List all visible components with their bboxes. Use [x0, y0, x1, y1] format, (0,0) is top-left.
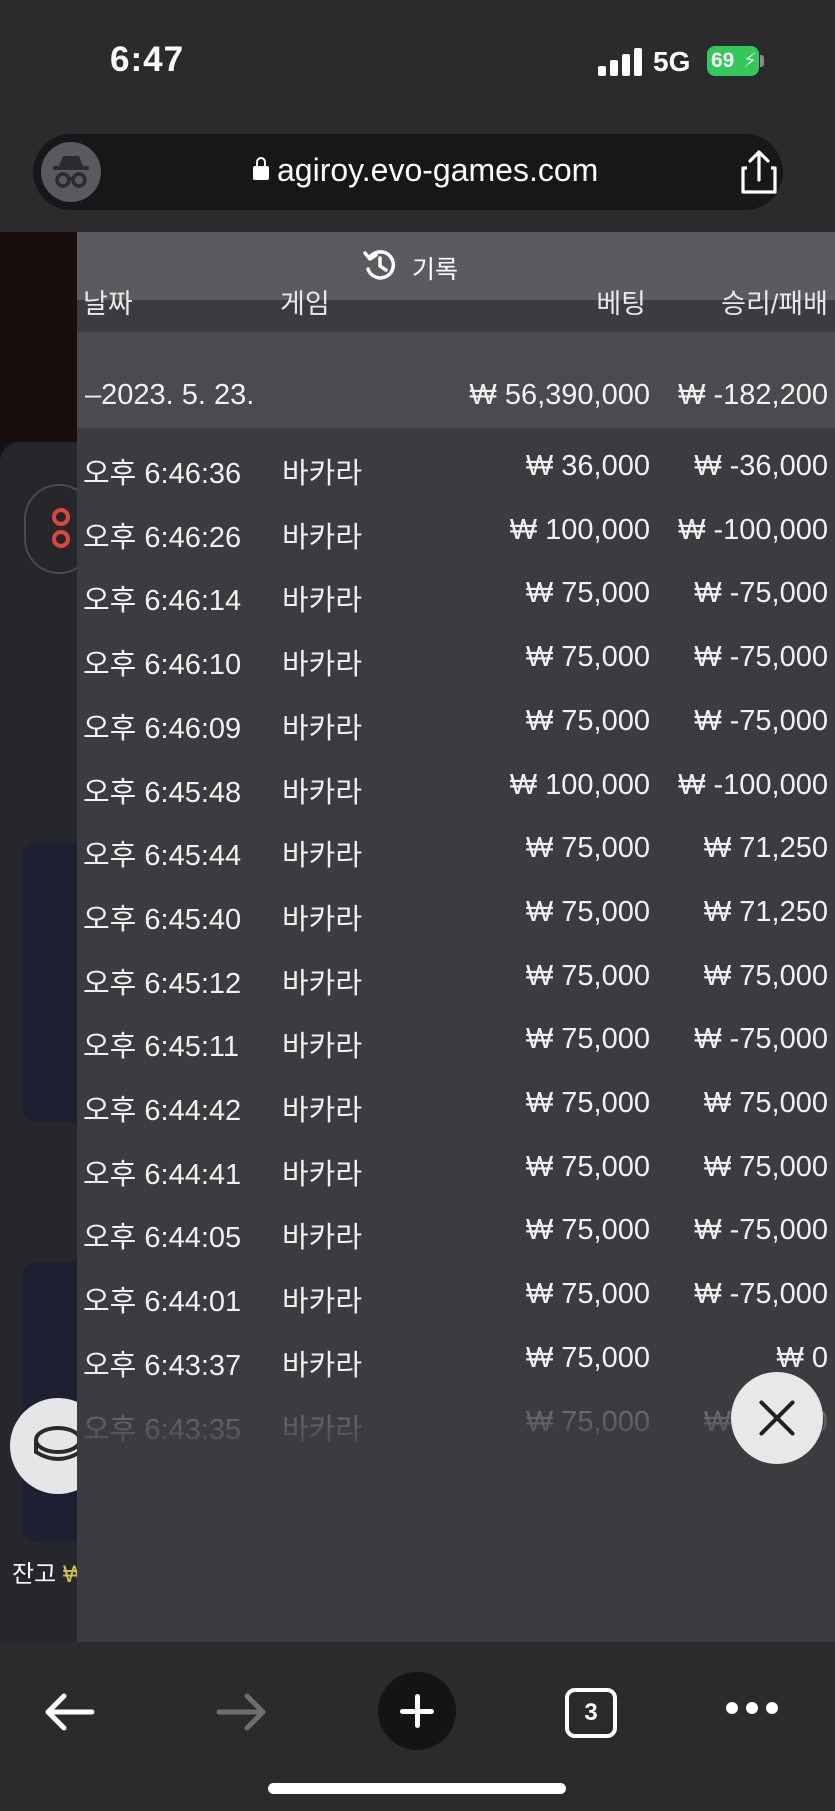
url-display[interactable]: agiroy.evo-games.com: [253, 152, 598, 189]
row-win-loss: ₩ -75,000: [694, 1214, 828, 1246]
row-time: 오후 6:45:12: [83, 968, 242, 1000]
column-header-bet: 베팅: [596, 289, 646, 319]
row-bet: ₩ 75,000: [525, 896, 650, 928]
incognito-icon[interactable]: [41, 142, 101, 202]
row-win-loss: ₩ 75,000: [703, 1151, 828, 1183]
row-game: 바카라: [282, 713, 363, 745]
row-bet: ₩ 75,000: [525, 1087, 650, 1119]
battery-level: 69: [711, 49, 735, 72]
network-type: 5G: [653, 46, 691, 77]
row-time: 오후 6:45:11: [83, 1031, 240, 1063]
arrow-left-icon[interactable]: [42, 1692, 96, 1732]
row-time: 오후 6:45:40: [83, 904, 242, 936]
balance-label: 잔고: [12, 1561, 57, 1588]
browser-toolbar: 3: [0, 1642, 835, 1811]
column-header-game: 게임: [280, 289, 330, 319]
row-game: 바카라: [282, 968, 363, 1000]
row-bet: ₩ 75,000: [525, 960, 650, 992]
row-time: 오후 6:46:26: [83, 522, 242, 554]
url-text: agiroy.evo-games.com: [277, 152, 599, 188]
browser-address-area: agiroy.evo-games.com: [0, 120, 835, 232]
row-time: 오후 6:44:41: [83, 1159, 242, 1191]
row-game: 바카라: [282, 585, 363, 617]
row-win-loss: ₩ 75,000: [703, 960, 828, 992]
row-time: 오후 6:45:44: [83, 840, 242, 872]
history-icon: [362, 247, 398, 283]
row-bet: ₩ 36,000: [525, 450, 650, 482]
row-game: 바카라: [282, 649, 363, 681]
row-win-loss: ₩ 71,250: [703, 896, 828, 928]
row-win-loss: ₩ -100,000: [678, 514, 828, 546]
charging-bolt-icon: ⚡: [742, 50, 757, 72]
row-game: 바카라: [282, 840, 363, 872]
share-icon[interactable]: [739, 150, 779, 194]
row-game: 바카라: [282, 1159, 363, 1191]
close-icon[interactable]: [731, 1372, 823, 1464]
row-win-loss: ₩ -75,000: [694, 705, 828, 737]
arrow-right-icon[interactable]: [215, 1692, 269, 1732]
table-card[interactable]: [22, 842, 82, 1122]
row-win-loss: ₩ -75,000: [694, 1278, 828, 1310]
battery-nub: [760, 55, 764, 67]
row-time: 오후 6:44:05: [83, 1222, 242, 1254]
status-time: 6:47: [110, 40, 185, 79]
cellular-signal-icon: [598, 48, 642, 76]
summary-bet: ₩ 56,390,000: [469, 379, 650, 411]
row-bet: ₩ 75,000: [525, 641, 650, 673]
column-header-date: 날짜: [83, 289, 133, 319]
row-bet: ₩ 100,000: [509, 514, 650, 546]
history-title: 기록: [363, 250, 458, 286]
column-header-win-loss: 승리/패배: [721, 289, 828, 319]
row-game: 바카라: [282, 904, 363, 936]
row-win-loss: ₩ 75,000: [703, 1087, 828, 1119]
row-game: 바카라: [282, 458, 363, 490]
row-win-loss: ₩ -75,000: [694, 1023, 828, 1055]
row-bet: ₩ 75,000: [525, 1214, 650, 1246]
row-time: 오후 6:46:14: [83, 585, 242, 617]
row-bet: ₩ 75,000: [525, 577, 650, 609]
row-time: 오후 6:44:42: [83, 1095, 242, 1127]
row-win-loss: ₩ -75,000: [694, 577, 828, 609]
row-bet: ₩ 75,000: [525, 1151, 650, 1183]
row-bet: ₩ 75,000: [525, 705, 650, 737]
summary-date: –2023. 5. 23.: [85, 379, 255, 411]
row-win-loss: ₩ -100,000: [678, 769, 828, 801]
row-bet: ₩ 75,000: [525, 832, 650, 864]
list-fade: [77, 1370, 835, 1450]
lock-icon: [253, 157, 269, 180]
row-time: 오후 6:46:36: [83, 458, 242, 490]
row-game: 바카라: [282, 1222, 363, 1254]
row-time: 오후 6:44:01: [83, 1286, 242, 1318]
row-game: 바카라: [282, 1095, 363, 1127]
battery-icon: 69 ⚡: [707, 46, 759, 76]
row-game: 바카라: [282, 522, 363, 554]
row-game: 바카라: [282, 1286, 363, 1318]
address-bar[interactable]: agiroy.evo-games.com: [33, 134, 783, 210]
row-time: 오후 6:45:48: [83, 777, 242, 809]
home-indicator: [268, 1783, 566, 1794]
tabs-icon[interactable]: 3: [565, 1688, 617, 1738]
row-win-loss: ₩ -36,000: [694, 450, 828, 482]
row-win-loss: ₩ 71,250: [703, 832, 828, 864]
row-game: 바카라: [282, 777, 363, 809]
plus-icon[interactable]: [378, 1672, 456, 1750]
row-time: 오후 6:46:09: [83, 713, 242, 745]
row-game: 바카라: [282, 1031, 363, 1063]
row-time: 오후 6:46:10: [83, 649, 242, 681]
summary-win-loss: ₩ -182,200: [678, 379, 828, 411]
row-bet: ₩ 100,000: [509, 769, 650, 801]
row-bet: ₩ 75,000: [525, 1023, 650, 1055]
more-icon[interactable]: [726, 1702, 778, 1716]
status-bar: 6:47 5G 69 ⚡: [0, 0, 835, 120]
row-win-loss: ₩ -75,000: [694, 641, 828, 673]
row-bet: ₩ 75,000: [525, 1278, 650, 1310]
